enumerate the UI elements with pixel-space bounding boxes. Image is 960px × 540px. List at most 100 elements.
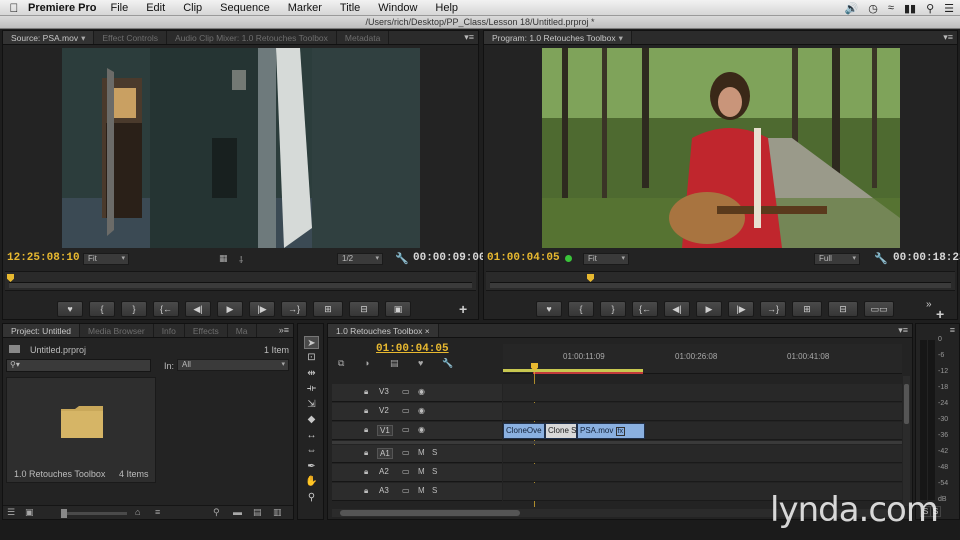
new-item-icon[interactable]: ▤ (253, 507, 262, 518)
bin-thumbnail[interactable] (6, 377, 156, 483)
source-fit-dropdown[interactable]: Fit ▾ (83, 253, 129, 265)
add-marker-icon[interactable]: ▤ (390, 358, 399, 369)
track-label-v1[interactable]: V1 (377, 425, 393, 436)
list-view-icon[interactable]: ☰ (7, 507, 15, 518)
mark-out-button[interactable]: } (600, 301, 626, 317)
zoom-tool-icon[interactable]: ⚲ (304, 491, 319, 504)
chevron-down-icon[interactable]: ▾ (81, 33, 85, 43)
tab-audio-clip-mixer[interactable]: Audio Clip Mixer: 1.0 Retouches Toolbox (167, 31, 337, 44)
tab-markers[interactable]: Ma (228, 324, 257, 337)
menu-marker[interactable]: Marker (288, 2, 322, 14)
icon-view-icon[interactable]: ▣ (25, 507, 34, 518)
step-back-button[interactable]: ◀| (185, 301, 211, 317)
spotlight-icon[interactable]: ⚲ (926, 2, 934, 15)
mark-in-button[interactable]: { (89, 301, 115, 317)
mute-button[interactable]: M (418, 467, 425, 476)
tab-effect-controls[interactable]: Effect Controls (94, 31, 167, 44)
sort-icon[interactable]: ≡ (155, 507, 160, 517)
track-header-a1[interactable]: 🔒︎ A1 ▭ M S (332, 445, 502, 463)
clip-clone-s[interactable]: Clone S (545, 423, 577, 439)
tab-media-browser[interactable]: Media Browser (80, 324, 154, 337)
tab-project[interactable]: Project: Untitled (3, 324, 80, 337)
mark-in-button[interactable]: { (568, 301, 594, 317)
track-label-v3[interactable]: V3 (377, 387, 391, 396)
mute-button[interactable]: M (418, 486, 425, 495)
battery-icon[interactable]: ▮▮ (904, 2, 916, 15)
timeline-settings-icon[interactable]: 🔧 (442, 358, 453, 369)
play-button[interactable]: ▶ (696, 301, 722, 317)
program-playhead[interactable] (587, 274, 594, 282)
track-label-a3[interactable]: A3 (377, 486, 391, 495)
menu-window[interactable]: Window (378, 2, 417, 14)
app-name-menu[interactable]: Premiere Pro (28, 2, 96, 14)
lock-icon[interactable]: 🔒︎ (364, 486, 368, 496)
menu-sequence[interactable]: Sequence (220, 2, 270, 14)
step-forward-button[interactable]: |▶ (249, 301, 275, 317)
panel-menu-icon[interactable]: ▾≡ (943, 32, 953, 43)
program-time-ruler[interactable] (486, 271, 955, 291)
source-playhead[interactable] (7, 274, 14, 282)
rate-stretch-tool-icon[interactable]: ⇲ (304, 398, 319, 411)
program-resolution-dropdown[interactable]: Full ▾ (814, 253, 860, 265)
lock-icon[interactable]: 🔒︎ (364, 387, 368, 397)
track-lane-v2[interactable] (503, 403, 902, 421)
trash-icon[interactable]: ▥ (273, 507, 282, 518)
source-time-ruler[interactable] (5, 271, 476, 291)
hand-tool-icon[interactable]: ✋ (304, 475, 319, 488)
program-fit-dropdown[interactable]: Fit ▾ (583, 253, 629, 265)
panel-menu-icon[interactable]: ▾≡ (464, 32, 474, 43)
track-header-a3[interactable]: 🔒︎ A3 ▭ M S (332, 483, 502, 501)
solo-button[interactable]: S (432, 467, 437, 476)
sync-lock-icon[interactable]: ▭ (402, 425, 410, 434)
track-lane-a2[interactable] (503, 464, 902, 482)
slide-tool-icon[interactable]: ⇔ (304, 444, 319, 457)
lock-icon[interactable]: 🔒︎ (364, 448, 368, 458)
time-machine-icon[interactable]: ◷ (868, 2, 878, 15)
tab-source[interactable]: Source: PSA.mov ▾ (3, 31, 95, 44)
more-controls-icon[interactable]: » (926, 299, 932, 310)
bin-name[interactable]: 1.0 Retouches Toolbox (14, 469, 105, 479)
source-current-timecode[interactable]: 12:25:08:10 (7, 252, 80, 264)
track-header-a2[interactable]: 🔒︎ A2 ▭ M S (332, 464, 502, 482)
go-to-in-button[interactable]: {← (153, 301, 179, 317)
panel-menu-icon[interactable]: ▾≡ (898, 325, 908, 336)
source-zoom-bar[interactable] (9, 282, 472, 288)
mark-out-button[interactable]: } (121, 301, 147, 317)
timeline-vertical-scrollbar[interactable] (903, 376, 910, 506)
track-lane-a1[interactable] (503, 445, 902, 463)
track-header-v3[interactable]: 🔒︎ V3 ▭ ◉ (332, 384, 502, 402)
sync-lock-icon[interactable]: ▭ (402, 467, 410, 476)
track-header-v2[interactable]: 🔒︎ V2 ▭ ◉ (332, 403, 502, 421)
sync-lock-icon[interactable]: ▭ (402, 406, 410, 415)
go-to-out-button[interactable]: →} (281, 301, 307, 317)
apple-icon[interactable]:  (0, 1, 28, 15)
export-frame-button[interactable]: ▣ (385, 301, 411, 317)
add-button-icon[interactable]: + (936, 306, 944, 322)
menu-edit[interactable]: Edit (146, 2, 165, 14)
menu-title[interactable]: Title (340, 2, 360, 14)
go-to-in-button[interactable]: {← (632, 301, 658, 317)
timeline-timecode[interactable]: 01:00:04:05 (376, 343, 449, 355)
sync-lock-icon[interactable]: ▭ (402, 448, 410, 457)
snap-icon[interactable]: ⧉ (338, 358, 344, 369)
scrollbar-thumb[interactable] (340, 510, 520, 516)
project-search-input[interactable]: ⚲▾ (6, 359, 151, 372)
clip-psa-mov[interactable]: PSA.mov fx (577, 423, 645, 439)
close-icon[interactable]: × (425, 326, 430, 336)
solo-button[interactable]: S (432, 448, 437, 457)
in-filter-dropdown[interactable]: All ▾ (177, 359, 289, 371)
go-to-out-button[interactable]: →} (760, 301, 786, 317)
zoom-slider[interactable] (61, 509, 127, 518)
panel-menu-icon[interactable]: »≡ (279, 325, 289, 335)
film-icon[interactable]: ▦ (219, 253, 228, 264)
track-lane-v1[interactable]: CloneOve Clone S PSA.mov fx (503, 422, 902, 440)
eye-icon[interactable]: ◉ (418, 406, 425, 415)
tab-effects[interactable]: Effects (185, 324, 228, 337)
menu-file[interactable]: File (110, 2, 128, 14)
wrench-icon[interactable]: 🔧 (874, 252, 888, 265)
track-label-a2[interactable]: A2 (377, 467, 391, 476)
eye-icon[interactable]: ◉ (418, 387, 425, 396)
insert-button[interactable]: ⊞ (313, 301, 343, 317)
zoom-slider-thumb[interactable] (61, 509, 67, 518)
rolling-edit-tool-icon[interactable]: ⟛ (304, 382, 319, 395)
